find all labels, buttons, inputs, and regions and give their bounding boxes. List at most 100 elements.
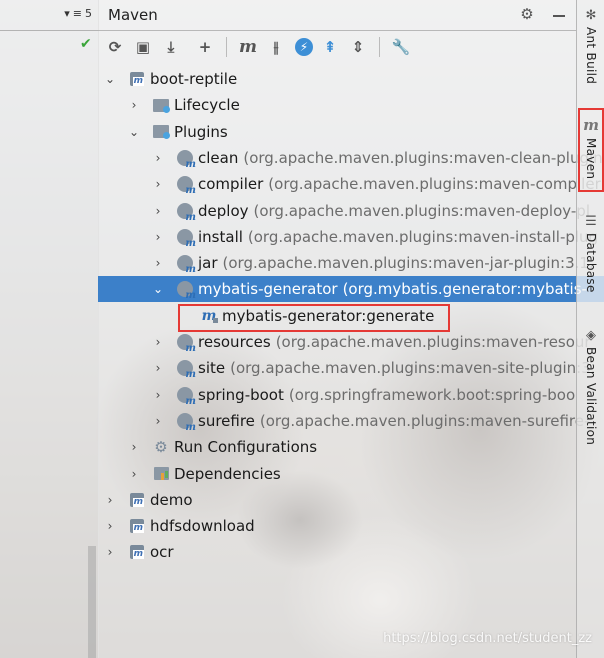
chevron-down-icon[interactable]: ⌄ (128, 125, 140, 139)
tab-label: Bean Validation (584, 347, 598, 446)
tree-row[interactable]: › jar(org.apache.maven.plugins:maven-jar-… (98, 250, 604, 276)
tree-row[interactable]: ⌄ m boot-reptile (98, 66, 582, 92)
execute-goal-button[interactable]: m (237, 36, 259, 58)
tree-row[interactable]: › deploy(org.apache.maven.plugins:maven-d… (98, 198, 604, 224)
toolbar-separator (226, 37, 227, 57)
tree-row-label: deploy (198, 201, 249, 220)
tree-row-label: surefire (198, 411, 255, 430)
maven-project-icon: m (128, 70, 146, 88)
tree-row[interactable]: › install(org.apache.maven.plugins:maven-… (98, 224, 604, 250)
plugin-icon (176, 386, 196, 407)
download-button[interactable]: ⤓ (160, 36, 182, 58)
tree-row-label: clean (198, 148, 239, 167)
chevron-right-icon[interactable]: › (152, 256, 164, 270)
count-badge: 5 (85, 7, 92, 20)
plugin-icon (176, 280, 196, 301)
chevron-right-icon[interactable]: › (152, 204, 164, 218)
collapse-all-button[interactable]: ⇕ (347, 36, 369, 58)
tree-row-label: Plugins (174, 122, 228, 141)
tree-row[interactable]: ⌄ Plugins (98, 119, 604, 145)
tree-row[interactable]: › compiler(org.apache.maven.plugins:maven… (98, 171, 604, 197)
generate-sources-button[interactable]: ▣ (132, 36, 154, 58)
reload-all-button[interactable]: ⟳ (104, 36, 126, 58)
chevron-right-icon[interactable]: › (152, 335, 164, 349)
minimize-icon[interactable] (550, 5, 568, 23)
tree-row[interactable]: › clean(org.apache.maven.plugins:maven-cl… (98, 145, 604, 171)
dependencies-icon (152, 465, 170, 483)
plugin-icon (176, 175, 196, 196)
chevron-right-icon[interactable]: › (104, 545, 116, 559)
chevron-right-icon[interactable]: › (152, 361, 164, 375)
scrollbar[interactable] (88, 546, 96, 658)
chevron-right-icon[interactable]: › (128, 467, 140, 481)
tool-window-header: Maven ⚙ (98, 0, 576, 31)
add-project-button[interactable]: + (194, 36, 216, 58)
tab-database[interactable]: ☰ Database (577, 214, 604, 293)
tree-row-coordinates: (org.apache.maven.plugins:maven-resour (275, 333, 591, 351)
tree-row-coordinates: (org.apache.maven.plugins:maven-compiler (268, 175, 601, 194)
left-strip-header: ▾ ≡ 5 (0, 0, 98, 31)
chevron-down-icon[interactable]: ⌄ (152, 282, 164, 296)
chevron-down-icon[interactable]: ⌄ (104, 72, 116, 86)
tab-label: Ant Build (584, 27, 598, 85)
skip-tests-button[interactable]: ⚡ (295, 38, 313, 56)
chevron-right-icon[interactable]: › (152, 151, 164, 165)
tree-row-label: demo (150, 490, 193, 509)
plugin-icon (176, 412, 196, 433)
plugin-icon (176, 228, 196, 249)
tab-label: Database (584, 233, 598, 293)
tree-row-coordinates: (org.apache.maven.plugins:maven-clean-pl… (243, 148, 603, 167)
chevron-right-icon[interactable]: › (104, 493, 116, 507)
maven-tab-highlight-box (578, 108, 604, 192)
toolbar-separator (379, 37, 380, 57)
folder-icon (152, 123, 170, 141)
plugin-icon (176, 202, 196, 223)
chevron-right-icon[interactable]: › (152, 230, 164, 244)
tree-row[interactable]: › m ocr (98, 539, 582, 565)
tree-row[interactable]: › surefire(org.apache.maven.plugins:maven… (98, 408, 604, 434)
tree-row-label: Dependencies (174, 464, 281, 483)
tree-row-label: compiler (198, 175, 264, 194)
show-dependencies-button[interactable]: ⇞ (319, 36, 341, 58)
chevron-right-icon[interactable]: › (152, 388, 164, 402)
maven-project-icon: m (128, 491, 146, 509)
tree-row-label: Run Configurations (174, 438, 318, 457)
tab-bean-validation[interactable]: ◈ Bean Validation (577, 328, 604, 445)
tree-row[interactable]: › Dependencies (98, 461, 604, 487)
chevron-down-icon[interactable]: ▾ (64, 7, 70, 20)
tree-row[interactable]: › ⚙ Run Configurations (98, 434, 604, 460)
tree-row[interactable]: › spring-boot(org.springframework.boot:sp… (98, 382, 604, 408)
tree-row-coordinates: (org.apache.maven.plugins:maven-site-plu… (230, 359, 596, 378)
plugin-icon (176, 254, 196, 275)
watermark: https://blog.csdn.net/student_zz (383, 631, 592, 646)
chevron-right-icon[interactable]: › (128, 98, 140, 112)
goal-highlight-box (178, 304, 450, 332)
wrench-icon[interactable]: 🔧 (390, 36, 412, 58)
right-tool-strip: ✻ Ant Build m Maven ☰ Database ◈ Bean Va… (576, 0, 604, 658)
maven-toolbar: ⟳ ▣ ⤓ + m ⫲ ⚡ ⇞ ⇕ 🔧 (98, 31, 576, 63)
chevron-right-icon[interactable]: › (152, 177, 164, 191)
tab-ant-build[interactable]: ✻ Ant Build (577, 8, 604, 84)
chevron-right-icon[interactable]: › (152, 414, 164, 428)
tree-row-coordinates: (org.springframework.boot:spring-boo (288, 385, 576, 404)
gear-icon[interactable]: ⚙ (518, 5, 536, 23)
tree-row[interactable]: › m hdfsdownload (98, 513, 582, 539)
tree-row-label: ocr (150, 543, 174, 562)
tree-row-coordinates: (org.apache.maven.plugins:maven-jar-plug… (222, 254, 594, 273)
tree-row[interactable]: › m demo (98, 487, 582, 513)
tree-row[interactable]: › resources(org.apache.maven.plugins:mave… (98, 329, 604, 355)
chevron-right-icon[interactable]: › (104, 519, 116, 533)
tree-row-label: site (198, 359, 226, 378)
maven-project-icon: m (128, 517, 146, 535)
tree-row[interactable]: ⌄ mybatis-generator(org.mybatis.generator… (98, 276, 604, 303)
plugin-icon (176, 149, 196, 170)
folder-icon (152, 96, 170, 114)
maven-project-icon: m (128, 543, 146, 561)
maven-tool-window: Maven ⚙ ⟳ ▣ ⤓ + m ⫲ ⚡ ⇞ ⇕ 🔧 ⌄ m boot-repti… (98, 0, 604, 658)
tree-row[interactable]: › site(org.apache.maven.plugins:maven-sit… (98, 355, 604, 381)
chevron-right-icon[interactable]: › (128, 440, 140, 454)
bean-validation-icon: ◈ (586, 328, 596, 343)
tree-row[interactable]: › Lifecycle (98, 92, 604, 118)
tree-row-label: resources (198, 333, 271, 351)
toggle-offline-button[interactable]: ⫲ (265, 36, 287, 58)
